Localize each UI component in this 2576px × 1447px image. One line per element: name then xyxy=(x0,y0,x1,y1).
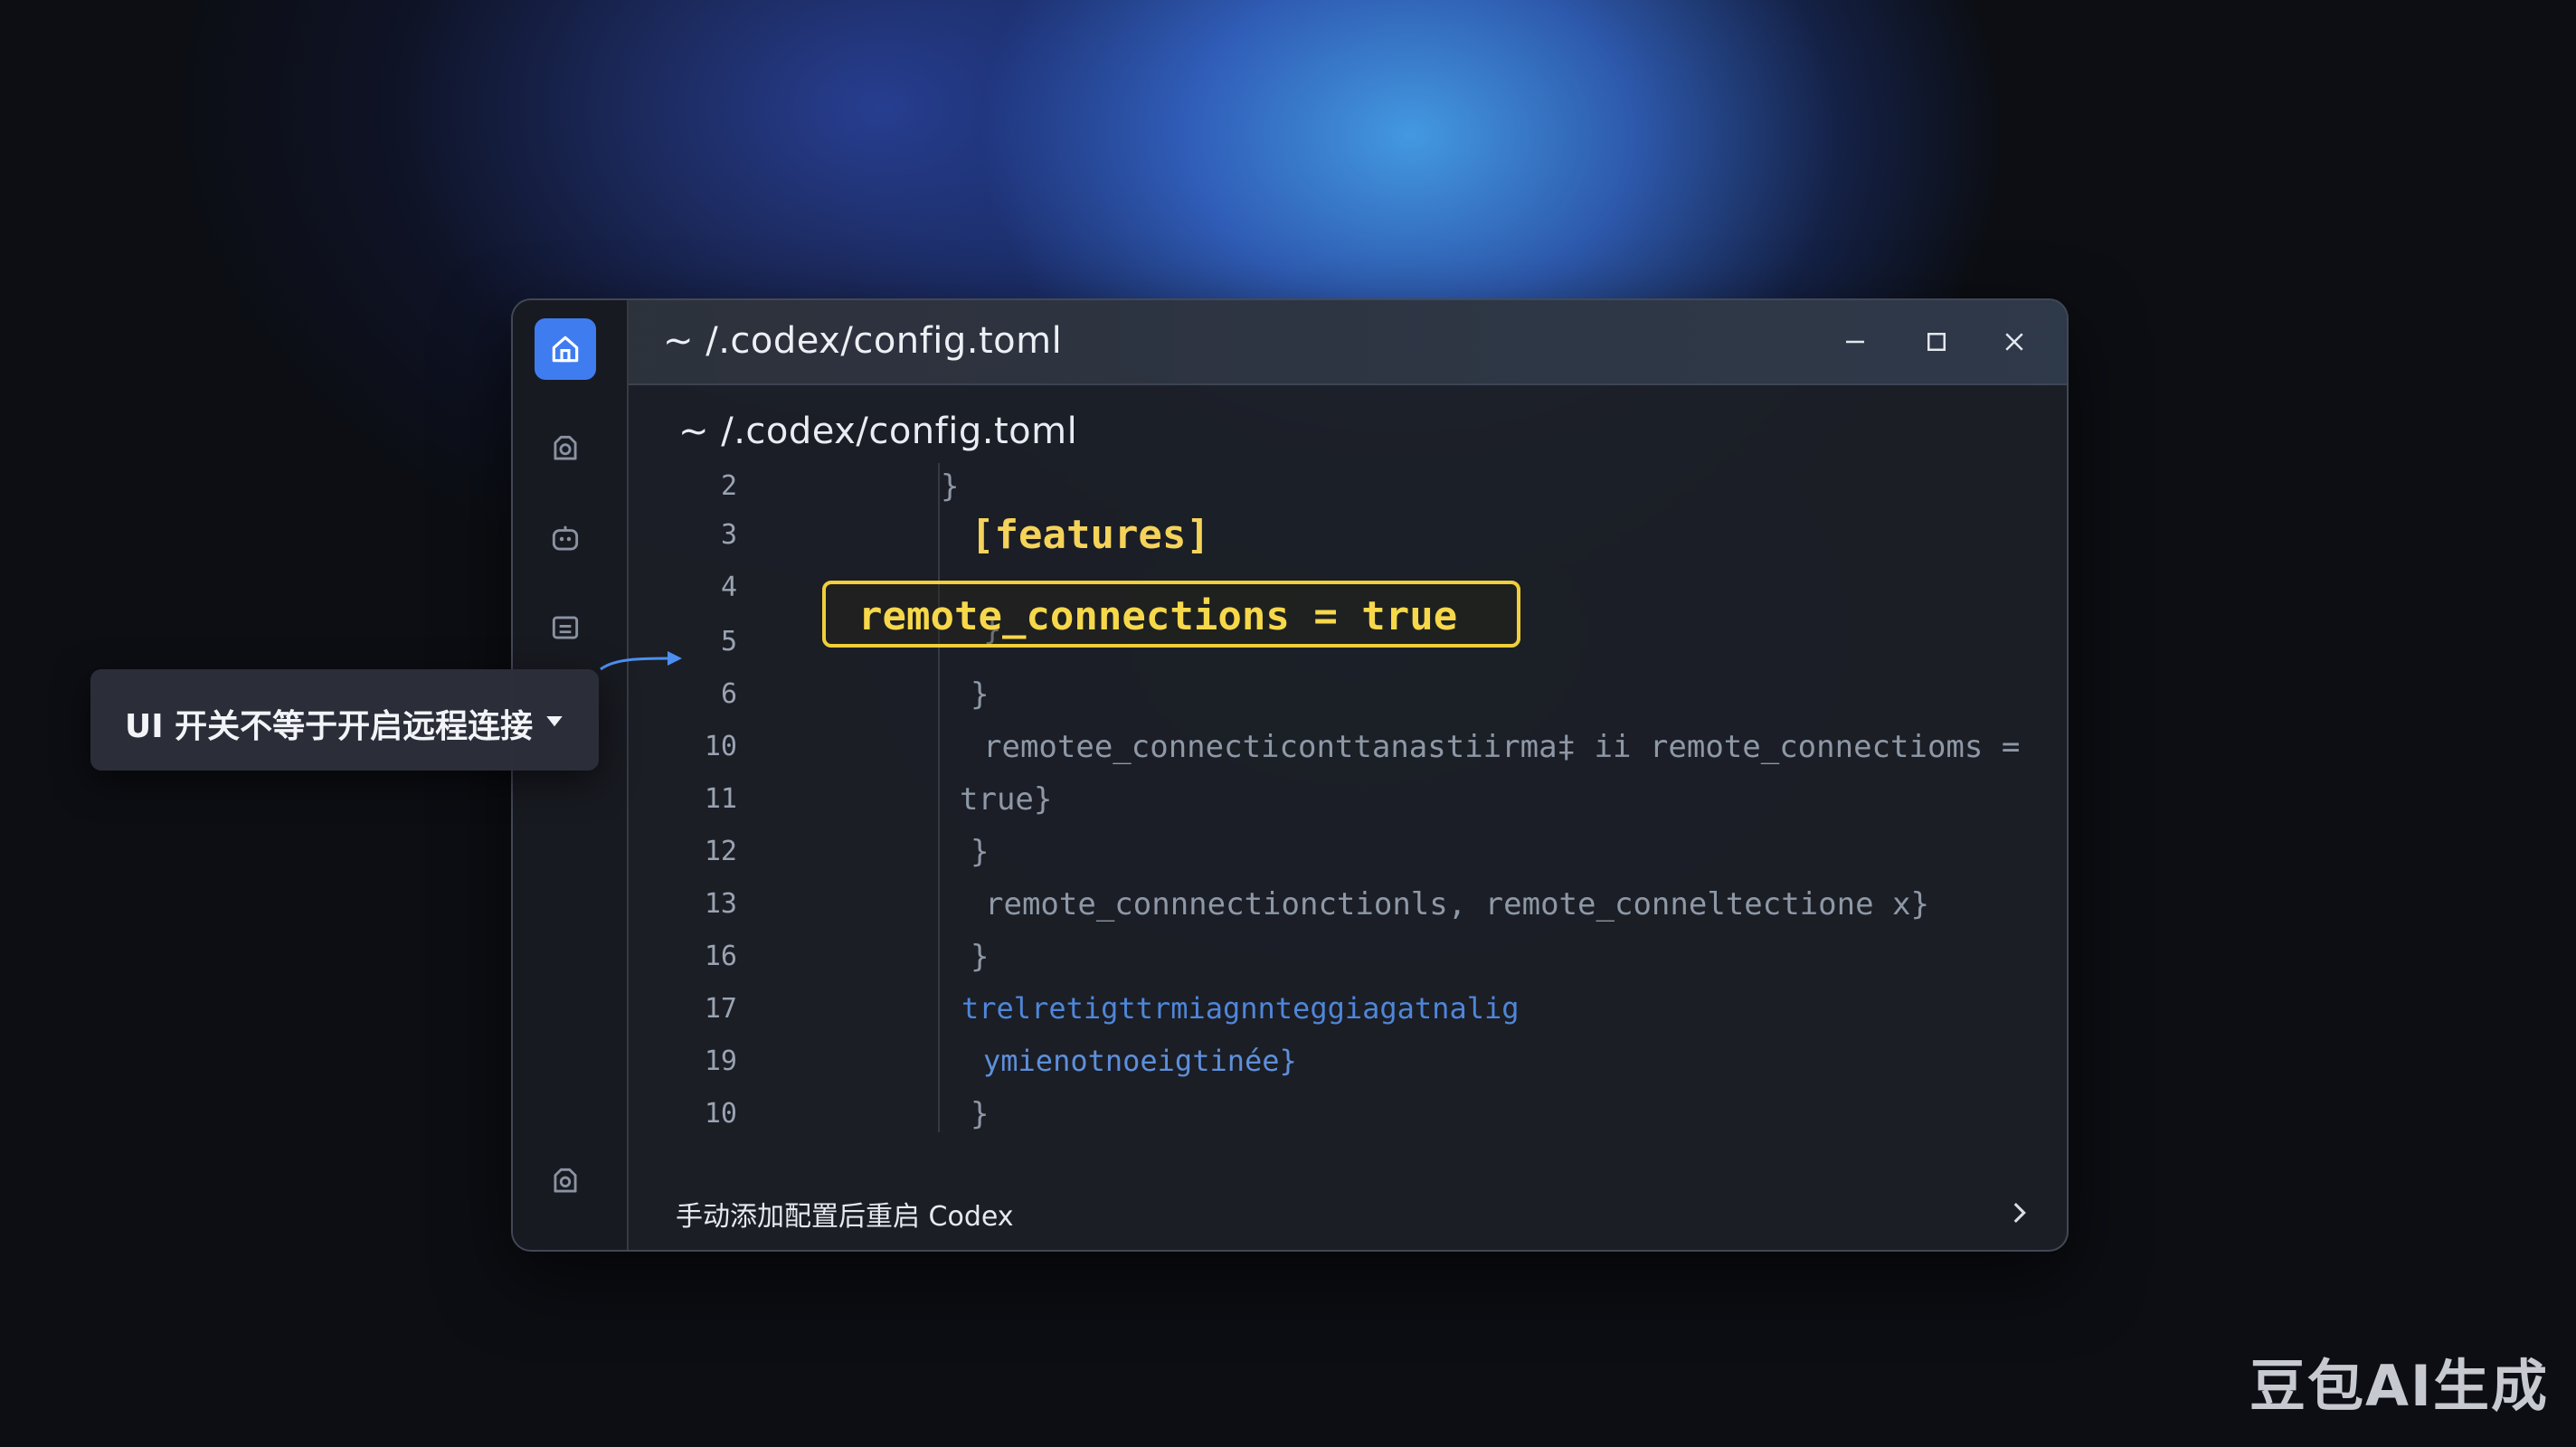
robot-icon xyxy=(552,525,579,551)
line-code: remote_connnectionctionls, remote_connel… xyxy=(985,886,1929,922)
line-number: 3 xyxy=(720,519,737,551)
title-bar: ~ /.codex/config.toml xyxy=(629,300,2067,385)
line-code: true} xyxy=(960,781,1053,818)
line-code: ymienotnoeigtinée} xyxy=(983,1044,1297,1078)
line-number: 12 xyxy=(704,836,737,867)
line-number: 4 xyxy=(720,572,737,603)
home-icon xyxy=(552,336,579,363)
line-number: 19 xyxy=(704,1045,737,1077)
gear-icon xyxy=(554,435,577,460)
sidebar-item-settings[interactable] xyxy=(535,1150,596,1212)
sidebar-item-gear[interactable] xyxy=(535,418,596,479)
maximize-icon xyxy=(1927,333,1946,351)
code-editor[interactable]: 2 } 3 [features] 4 5 } 6 } 10 remotee_co… xyxy=(629,463,2067,1132)
line-code: remotee_connecticonttanastiirma‡ ii remo… xyxy=(983,729,2021,765)
chevron-right-icon[interactable] xyxy=(2003,1197,2034,1228)
code-line: 2 } xyxy=(629,463,2058,508)
code-line: 17 trelretigttrmiagnnteggiagatnalig xyxy=(629,986,2058,1031)
window-title: ~ /.codex/config.toml xyxy=(663,320,1063,362)
callout-label: UI 开关不等于开启远程连接 xyxy=(125,708,534,745)
minimize-button[interactable] xyxy=(1833,320,1877,364)
sidebar-item-home[interactable] xyxy=(535,318,596,380)
line-number: 10 xyxy=(704,731,737,762)
line-number: 11 xyxy=(704,783,737,815)
line-number: 6 xyxy=(720,678,737,710)
caret-down-icon[interactable] xyxy=(541,707,568,734)
code-line: 13 remote_connnectionctionls, remote_con… xyxy=(629,881,2058,926)
code-line: 19 ymienotnoeigtinée} xyxy=(629,1038,2058,1083)
code-line: 16 } xyxy=(629,933,2058,979)
watermark-text: 豆包AI生成 xyxy=(2249,1353,2549,1419)
code-line: 12 } xyxy=(629,828,2058,874)
highlighted-setting: remote_connections = true xyxy=(822,581,1520,648)
close-icon xyxy=(2005,333,2023,351)
footer-hint: 手动添加配置后重启 Codex xyxy=(676,1201,1014,1233)
line-number: 16 xyxy=(704,941,737,972)
line-number: 17 xyxy=(704,993,737,1025)
line-code: trelretigttrmiagnnteggiagatnalig xyxy=(961,991,1520,1026)
sidebar xyxy=(513,300,629,1250)
footer-bar[interactable]: 手动添加配置后重启 Codex xyxy=(629,1174,2067,1250)
maximize-button[interactable] xyxy=(1915,320,1958,364)
line-number: 5 xyxy=(720,626,737,657)
line-code: } xyxy=(971,939,990,975)
line-number: 10 xyxy=(704,1098,737,1130)
settings-icon xyxy=(554,1168,577,1193)
code-line: 10 } xyxy=(629,1091,2058,1136)
line-code: } xyxy=(971,1096,990,1132)
sidebar-item-robot[interactable] xyxy=(535,508,596,570)
sidebar-item-document[interactable] xyxy=(535,597,596,658)
line-code: } xyxy=(971,834,990,870)
line-code: } xyxy=(971,676,990,713)
remote-connections-setting: remote_connections = true xyxy=(858,593,1458,639)
code-line: 6 } xyxy=(629,671,2058,716)
code-line: 11 true} xyxy=(629,776,2058,821)
line-number: 2 xyxy=(720,470,737,502)
callout-tooltip[interactable]: UI 开关不等于开启远程连接 xyxy=(90,669,599,771)
code-line: 10 remotee_connecticonttanastiirma‡ ii r… xyxy=(629,724,2058,769)
features-section-header: [features] xyxy=(971,512,1210,558)
line-number: 13 xyxy=(704,888,737,920)
editor-file-path: ~ /.codex/config.toml xyxy=(678,411,1078,452)
editor-window: ~ /.codex/config.toml ~ /.codex/config.t… xyxy=(511,298,2069,1252)
code-line: 3 [features] xyxy=(629,512,2058,558)
close-button[interactable] xyxy=(1993,320,2036,364)
pointer-arrow-icon xyxy=(600,651,682,671)
line-code: } xyxy=(941,468,960,505)
minimize-icon xyxy=(1846,340,1864,344)
document-icon xyxy=(552,616,579,639)
